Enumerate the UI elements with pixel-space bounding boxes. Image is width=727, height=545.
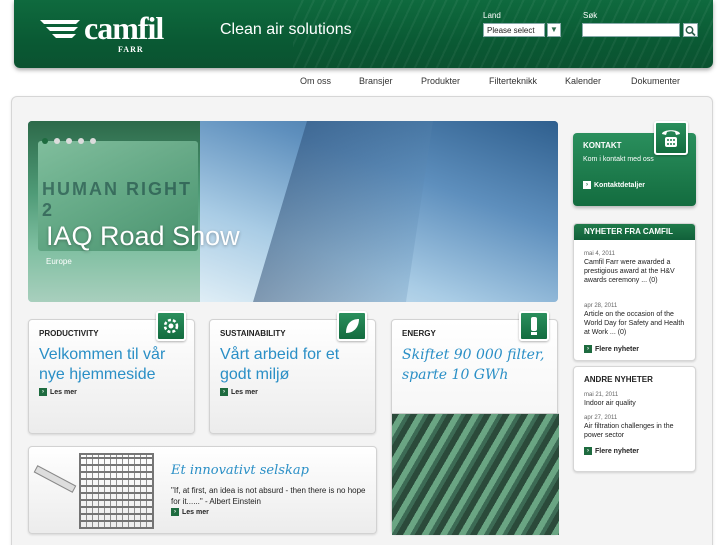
carousel-dot-4[interactable] — [78, 138, 84, 144]
carousel-dot-1[interactable] — [42, 138, 48, 144]
more-news-link[interactable]: › Flere nyheter — [584, 345, 639, 353]
camfil-logo[interactable]: camfil FARR — [40, 8, 175, 54]
news-date: mai 4, 2011 — [584, 251, 615, 257]
chevron-down-icon[interactable]: ▼ — [547, 23, 561, 37]
gear-icon — [156, 311, 186, 341]
search-icon — [685, 26, 696, 37]
read-more-link[interactable]: › Les mer — [39, 388, 77, 396]
other-news-box: ANDRE NYHETER mai 21, 2011 Indoor air qu… — [573, 366, 696, 472]
carousel-dot-2[interactable] — [54, 138, 60, 144]
card-heading: ENERGY — [402, 329, 436, 338]
bulb-icon — [519, 311, 549, 341]
hero-carousel[interactable]: HUMAN RIGHT 2 IAQ Road Show Europe — [28, 121, 558, 302]
arrow-right-icon: › — [584, 447, 592, 455]
news-date: apr 28, 2011 — [584, 303, 618, 309]
country-select[interactable]: Please select — [483, 23, 545, 37]
card-title[interactable]: Velkommen til vår nye hjemmeside — [39, 345, 189, 385]
tagline: Clean air solutions — [220, 21, 352, 38]
news-item[interactable]: mai 4, 2011 Camfil Farr were awarded a p… — [584, 250, 692, 285]
read-more-link[interactable]: › Les mer — [171, 508, 209, 516]
news-date: apr 27, 2011 — [584, 415, 618, 421]
arrow-right-icon: › — [220, 388, 228, 396]
innovative-title[interactable]: Et innovativt selskap — [171, 463, 309, 478]
arrow-right-icon: › — [171, 508, 179, 516]
leaf-icon — [337, 311, 367, 341]
innovative-card[interactable]: Et innovativt selskap "If, at first, an … — [28, 446, 377, 534]
contact-text: Kom i kontakt med oss — [583, 156, 654, 163]
energy-card[interactable]: ENERGY Skiftet 90 000 filter, sparte 10 … — [391, 311, 559, 535]
innovative-quote: "If, at first, an idea is not absurd - t… — [171, 486, 366, 506]
nav-item-dokumenter[interactable]: Dokumenter — [631, 76, 680, 86]
arrow-right-icon: › — [584, 345, 592, 353]
contact-details-link[interactable]: › Kontaktdetaljer — [583, 181, 645, 189]
card-title[interactable]: Vårt arbeid for et godt miljø — [220, 345, 370, 385]
contact-box[interactable]: KONTAKT Kom i kontakt med oss › Kontaktde… — [573, 121, 696, 206]
news-text[interactable]: Air filtration challenges in the power s… — [584, 422, 692, 440]
news-heading: NYHETER FRA CAMFIL — [574, 224, 695, 240]
wing-logo-icon — [40, 20, 80, 38]
hero-subtitle: Europe — [46, 257, 72, 266]
nav-item-bransjer[interactable]: Bransjer — [359, 76, 393, 86]
news-text[interactable]: Indoor air quality — [584, 399, 692, 408]
logo-subtext: FARR — [118, 45, 144, 54]
news-date: mai 21, 2011 — [584, 392, 619, 398]
hero-title[interactable]: IAQ Road Show — [46, 221, 240, 252]
site-header: camfil FARR Clean air solutions Land Ple… — [14, 0, 713, 68]
nav-item-kalender[interactable]: Kalender — [565, 76, 601, 86]
read-more-link[interactable]: › Les mer — [220, 388, 258, 396]
news-box: NYHETER FRA CAMFIL mai 4, 2011 Camfil Fa… — [573, 223, 696, 361]
carousel-dot-3[interactable] — [66, 138, 72, 144]
logo-text: camfil — [84, 10, 164, 46]
other-news-heading: ANDRE NYHETER — [584, 375, 653, 384]
carousel-dots — [42, 131, 102, 149]
productivity-card[interactable]: PRODUCTIVITY Velkommen til vår nye hjemm… — [28, 311, 195, 434]
contact-heading: KONTAKT — [583, 141, 622, 150]
news-text[interactable]: Camfil Farr were awarded a prestigious a… — [584, 258, 692, 285]
filter-photo — [392, 413, 559, 535]
sustainability-card[interactable]: SUSTAINABILITY Vårt arbeid for et godt m… — [209, 311, 376, 434]
nav-item-om-oss[interactable]: Om oss — [300, 76, 331, 86]
news-item[interactable]: apr 27, 2011 Air filtration challenges i… — [584, 414, 692, 440]
arrow-right-icon: › — [39, 388, 47, 396]
country-label: Land — [483, 11, 501, 20]
news-item[interactable]: mai 21, 2011 Indoor air quality — [584, 391, 692, 408]
phone-icon — [654, 121, 688, 155]
maze-illustration — [79, 453, 154, 529]
arrow-right-icon: › — [583, 181, 591, 189]
card-title[interactable]: Skiftet 90 000 filter, sparte 10 GWh — [402, 345, 557, 385]
nav-item-filterteknikk[interactable]: Filterteknikk — [489, 76, 537, 86]
search-input[interactable] — [582, 23, 680, 37]
search-label: Søk — [583, 11, 598, 20]
news-text[interactable]: Article on the occasion of the World Day… — [584, 310, 692, 337]
pencil-icon — [33, 465, 77, 493]
carousel-dot-5[interactable] — [90, 138, 96, 144]
nav-item-produkter[interactable]: Produkter — [421, 76, 460, 86]
search-button[interactable] — [683, 23, 698, 37]
card-heading: PRODUCTIVITY — [39, 329, 99, 338]
truck-text: HUMAN RIGHT 2 — [42, 179, 192, 220]
news-item[interactable]: apr 28, 2011 Article on the occasion of … — [584, 302, 692, 337]
card-heading: SUSTAINABILITY — [220, 329, 286, 338]
more-news-link[interactable]: › Flere nyheter — [584, 447, 639, 455]
